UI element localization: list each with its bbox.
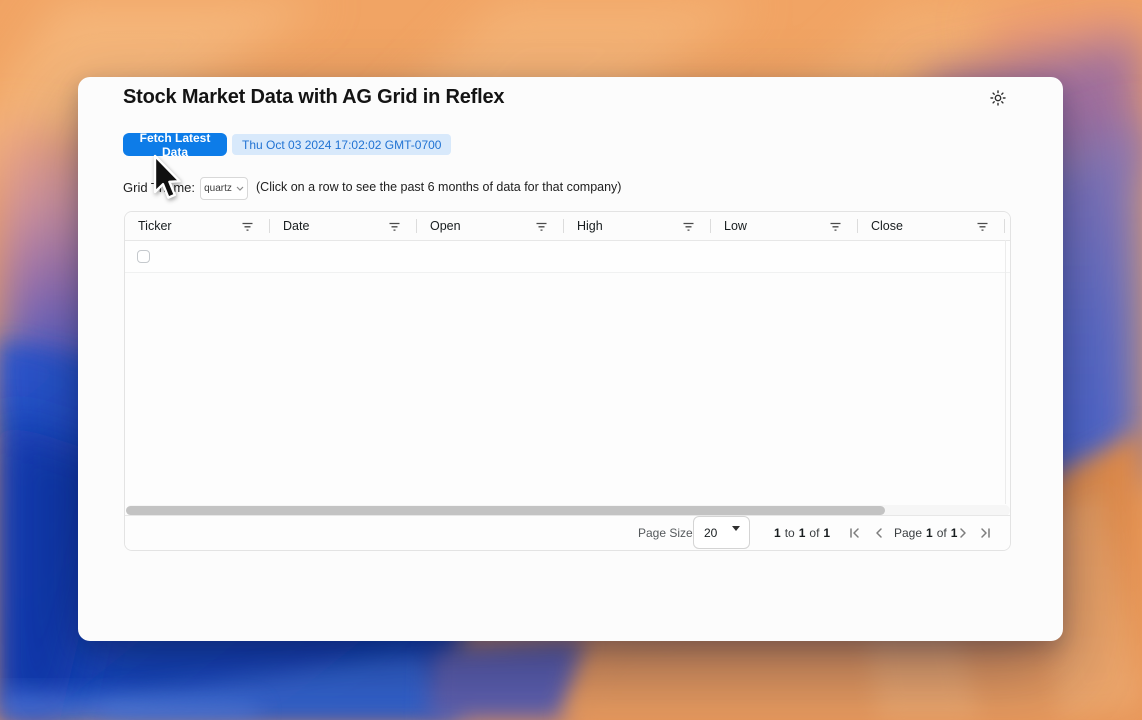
column-label: High xyxy=(577,219,603,233)
fetch-latest-data-button[interactable]: Fetch Latest Data xyxy=(123,131,227,159)
column-label: Low xyxy=(724,219,747,233)
filter-icon xyxy=(242,222,253,231)
last-page-button[interactable] xyxy=(979,526,993,540)
grid-theme-label: Grid Theme: xyxy=(123,180,196,195)
range-to: 1 xyxy=(798,525,806,540)
first-page-button[interactable] xyxy=(847,526,861,540)
column-label: Ticker xyxy=(138,219,172,233)
pagination-panel: Page Size: 20 1 to 1 of 1 Page 1 of 1 xyxy=(125,515,1010,550)
app-window: Stock Market Data with AG Grid in Reflex… xyxy=(78,77,1063,641)
column-label: Close xyxy=(871,219,903,233)
chevron-left-icon xyxy=(876,528,882,538)
column-header-high[interactable]: High xyxy=(564,212,711,240)
horizontal-scrollbar-thumb[interactable] xyxy=(126,506,885,515)
row-range-summary: 1 to 1 of 1 xyxy=(774,516,830,549)
desktop: Stock Market Data with AG Grid in Reflex… xyxy=(0,0,1142,720)
column-header-ticker[interactable]: Ticker xyxy=(125,212,270,240)
column-header-date[interactable]: Date xyxy=(270,212,417,240)
range-of-label: of xyxy=(809,525,820,540)
next-page-button[interactable] xyxy=(956,526,970,540)
grid-theme-selected-value: quartz xyxy=(204,183,232,194)
filter-icon xyxy=(830,222,841,231)
chevron-down-icon xyxy=(236,186,244,191)
filter-icon xyxy=(389,222,400,231)
chevron-right-icon xyxy=(960,528,966,538)
range-total: 1 xyxy=(823,525,831,540)
page-size-value: 20 xyxy=(704,525,718,540)
page-title: Stock Market Data with AG Grid in Reflex xyxy=(123,86,505,108)
page-of-label: of xyxy=(936,525,947,540)
column-header-open[interactable]: Open xyxy=(417,212,564,240)
filter-icon xyxy=(536,222,547,231)
column-header-low[interactable]: Low xyxy=(711,212,858,240)
column-label: Open xyxy=(430,219,461,233)
caret-down-icon xyxy=(732,526,740,531)
theme-toggle-button[interactable] xyxy=(985,85,1011,111)
filter-button[interactable] xyxy=(830,221,841,231)
filter-button[interactable] xyxy=(242,221,253,231)
page-summary: Page 1 of 1 xyxy=(894,516,957,549)
filter-button[interactable] xyxy=(683,221,694,231)
first-page-icon xyxy=(850,528,859,538)
filter-button[interactable] xyxy=(389,221,400,231)
filter-button[interactable] xyxy=(977,221,988,231)
ag-grid: Ticker Date Open High Low Close Page Size: 20… xyxy=(124,211,1011,551)
grid-theme-hint: (Click on a row to see the past 6 months… xyxy=(256,180,622,194)
column-separator xyxy=(1004,219,1005,233)
range-from: 1 xyxy=(774,525,781,540)
grid-theme-select[interactable]: quartz xyxy=(200,177,248,200)
previous-page-button[interactable] xyxy=(872,526,886,540)
page-size-label: Page Size: xyxy=(638,525,697,540)
range-to-label: to xyxy=(784,525,795,540)
filter-button[interactable] xyxy=(536,221,547,231)
page-size-select[interactable]: 20 xyxy=(693,516,750,549)
timestamp-badge: Thu Oct 03 2024 17:02:02 GMT-0700 xyxy=(232,134,452,155)
filter-icon xyxy=(683,222,694,231)
grid-header: Ticker Date Open High Low Close xyxy=(125,212,1010,241)
page-label: Page xyxy=(894,525,923,540)
column-header-close[interactable]: Close xyxy=(858,212,1005,240)
grid-scroll-gutter-divider xyxy=(1005,240,1006,504)
column-label: Date xyxy=(283,219,310,233)
page-current: 1 xyxy=(926,525,933,540)
table-row[interactable] xyxy=(125,241,1010,273)
sun-icon xyxy=(990,90,1006,106)
row-checkbox[interactable] xyxy=(137,250,150,263)
last-page-icon xyxy=(981,528,990,538)
filter-icon xyxy=(977,222,988,231)
